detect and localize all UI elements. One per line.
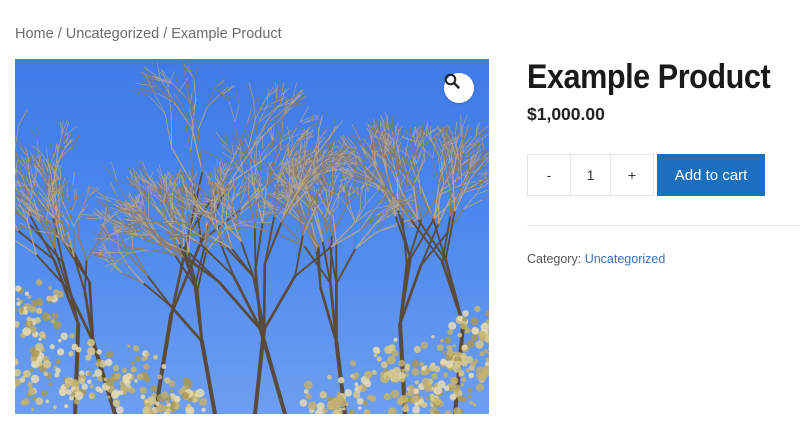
breadcrumb-category[interactable]: Uncategorized (66, 26, 160, 42)
product-image[interactable] (15, 59, 489, 414)
quantity-stepper: - 1 + (527, 154, 654, 196)
quantity-input[interactable]: 1 (570, 155, 611, 195)
breadcrumb: Home / Uncategorized / Example Product (15, 26, 282, 42)
divider (527, 225, 800, 226)
breadcrumb-current: Example Product (171, 26, 282, 42)
quantity-increase-button[interactable]: + (611, 155, 653, 195)
category-link[interactable]: Uncategorized (585, 252, 666, 266)
product-meta: Category: Uncategorized (527, 252, 665, 266)
tree-image-art (15, 59, 489, 414)
zoom-button[interactable] (444, 73, 474, 103)
breadcrumb-home[interactable]: Home (15, 26, 54, 42)
category-label: Category: (527, 252, 582, 266)
add-to-cart-button[interactable]: Add to cart (657, 154, 765, 196)
product-price: $1,000.00 (527, 104, 605, 124)
quantity-decrease-button[interactable]: - (528, 155, 570, 195)
breadcrumb-separator: / (57, 26, 62, 42)
product-title: Example Product (527, 58, 771, 96)
magnifier-icon (444, 73, 460, 89)
breadcrumb-separator: / (163, 26, 168, 42)
